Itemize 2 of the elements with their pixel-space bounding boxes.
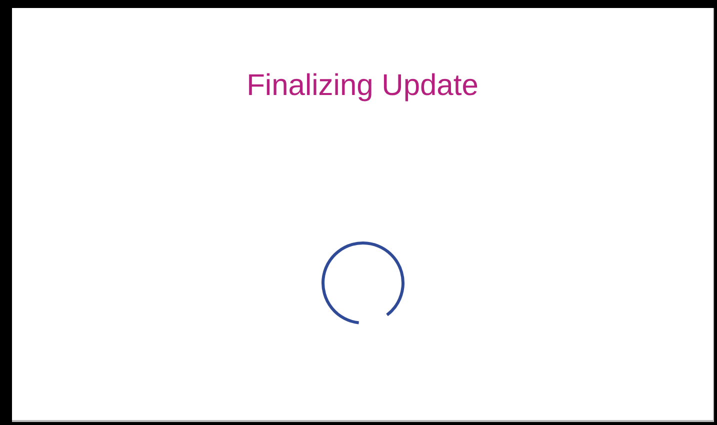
- window-title: Finalizing Update: [246, 68, 478, 104]
- loading-spinner-icon: [318, 239, 406, 327]
